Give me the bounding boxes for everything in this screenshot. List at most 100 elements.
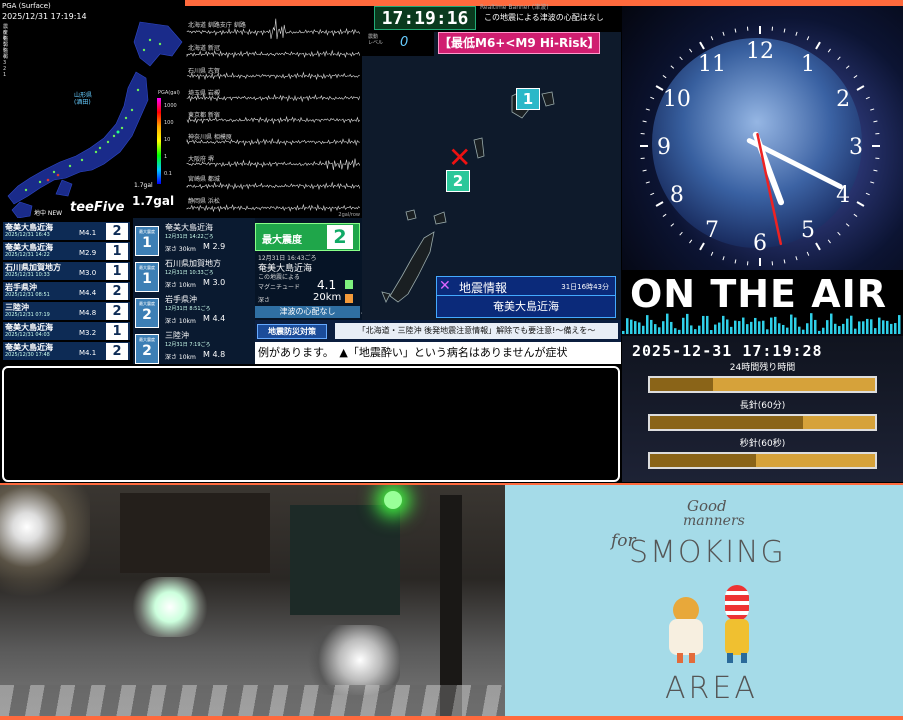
eq-magnitude: M3.2 — [79, 329, 97, 337]
audio-meter-bar — [858, 321, 861, 334]
audio-meter-bar — [798, 326, 801, 334]
clock-tick — [815, 242, 821, 251]
audio-meter-bar — [666, 313, 669, 334]
detail-shindo-box: 最大震度 1 — [135, 226, 159, 256]
audio-meter-bar — [726, 319, 729, 334]
eq-shindo-badge: 1 — [106, 263, 128, 280]
clock-tick — [689, 239, 693, 244]
clock-tick — [642, 169, 647, 172]
multiview-screen: PGA (Surface) 2025/12/31 17:19:14 震度7 6強… — [0, 0, 903, 720]
region-tag: 山形県 (酒田) — [74, 92, 93, 106]
bottom-frame-line — [0, 716, 903, 720]
audio-meter-bar — [766, 329, 769, 334]
audio-meter-bar — [786, 327, 789, 334]
street-light-glow — [0, 485, 90, 625]
eq-magnitude: M4.8 — [79, 309, 97, 317]
station-label: 神奈川県 相模原 — [188, 134, 232, 141]
clock-number: 1 — [801, 52, 815, 77]
eq-shindo-badge: 2 — [106, 343, 128, 360]
station-label: 北海道 釧路支庁 釧路 — [188, 22, 246, 29]
clock-tick — [795, 256, 798, 261]
detail-name: 石川県加賀地方 — [165, 259, 221, 268]
detail-name: 奄美大島近海 — [165, 223, 213, 232]
clock-tick — [662, 213, 667, 217]
center-map-panel: 17:19:16 Realtime Banner (津波) この地震による津波の… — [362, 4, 621, 324]
risk-banner: 【最低M6+<M9 Hi-Risk】 — [438, 32, 600, 54]
eq-date: 2025/12/31 08:51 — [5, 292, 50, 298]
audio-meter-bar — [890, 323, 893, 334]
mag-value: 4.1 — [317, 278, 337, 292]
eq-date: 2025/12/31 04:03 — [5, 332, 50, 338]
detail-depth: 深さ 10km — [165, 282, 196, 289]
audio-meter-bar — [706, 315, 709, 334]
max-note: この地震による — [258, 274, 300, 281]
detail-date: 12月31日 10:33ごろ — [165, 270, 214, 276]
detail-name: 三陸沖 — [165, 331, 189, 340]
eq-list-row[interactable]: 三陸沖 2025/12/31 07:19 M4.8 2 — [3, 302, 130, 321]
cross-icon: ✕ — [439, 278, 451, 294]
eq-date: 2025/12/31 14:22 — [5, 252, 50, 258]
clock-tick — [783, 259, 786, 264]
clock-tick — [679, 56, 683, 61]
clock-tick — [865, 192, 870, 196]
eq-detail-row[interactable]: 最大震度 2 三陸沖 12月31日 7:19ごろ 深さ 10km M 4.8 — [133, 326, 253, 371]
audio-meter-bar — [790, 314, 793, 334]
station-label: 静岡県 浜松 — [188, 198, 220, 205]
timer-progress-bar — [648, 452, 877, 469]
detail-date: 12月31日 14:22ごろ — [165, 234, 214, 240]
scale-tick: 10 — [164, 137, 171, 143]
audio-meter-bar — [874, 328, 877, 334]
depth-label: 深さ — [258, 297, 271, 304]
clock-number: 11 — [698, 52, 726, 77]
level-label: 震動 レベル — [368, 34, 384, 46]
ticker-scroll: 例があります。 ▲「地震酔い」という病名はありませんが症状 — [255, 342, 621, 364]
timer-progress-fill — [650, 454, 756, 467]
detail-depth: 深さ 30km — [165, 246, 196, 253]
waveform-trace — [186, 181, 361, 191]
figure-leg — [677, 653, 683, 663]
eq-list-row[interactable]: 岩手県沖 2025/12/31 08:51 M4.4 2 — [3, 282, 130, 301]
audio-meter-bar — [650, 319, 653, 334]
eq-shindo-badge: 2 — [106, 223, 128, 240]
clock-tick — [865, 96, 870, 100]
clock-tick — [837, 231, 841, 236]
eq-list-row[interactable]: 奄美大島近海 2025/12/30 17:48 M4.1 2 — [3, 342, 130, 361]
marker-1: 1 — [516, 88, 540, 110]
eq-shindo-badge: 2 — [106, 303, 128, 320]
audio-meter-bar — [622, 331, 625, 334]
building — [120, 493, 270, 573]
detail-magnitude: M 2.9 — [203, 242, 226, 251]
audio-meter-bar — [762, 320, 765, 334]
figure-body-2 — [725, 619, 749, 655]
audio-meter-bar — [886, 320, 889, 334]
detail-magnitude: M 4.8 — [203, 350, 226, 359]
clock-tick — [870, 108, 875, 111]
level-box: 震動 レベル 0 — [362, 32, 434, 56]
eq-list-row[interactable]: 石川県加賀地方 2025/12/31 10:33 M3.0 1 — [3, 262, 130, 281]
waveform-panel: 北海道 釧路支庁 釧路 北海道 新冠 石川県 志賀 埼玉県 岩槻 東京都 新宿 … — [185, 8, 362, 218]
clock-panel: 12 1 2 3 4 5 6 7 8 9 10 11 ON THE AIR 2025-12-31 17… — [622, 6, 903, 482]
detail-shindo-value: 2 — [142, 343, 152, 359]
clock-tick — [845, 223, 850, 227]
eq-list-row[interactable]: 奄美大島近海 2025/12/31 04:03 M3.2 1 — [3, 322, 130, 341]
station-label: 大阪府 堺 — [188, 156, 214, 163]
clock-tick — [670, 223, 675, 227]
legend-item: 1 — [3, 72, 7, 78]
poster-area: AREA — [665, 671, 758, 706]
eq-list-row[interactable]: 奄美大島近海 2025/12/31 14:22 M2.9 1 — [3, 242, 130, 261]
info-box-head: ✕ 地震情報 31日16時43分 — [436, 276, 616, 296]
detail-magnitude: M 3.0 — [203, 278, 226, 287]
clock-tick — [642, 120, 647, 123]
clock-tick — [856, 85, 865, 91]
level-value: 0 — [400, 35, 409, 50]
eq-list-row[interactable]: 奄美大島近海 2025/12/31 16:43 M4.1 2 — [3, 222, 130, 241]
eq-date: 2025/12/31 16:43 — [5, 232, 50, 238]
clock-tick — [699, 41, 705, 50]
eq-shindo-badge: 1 — [106, 243, 128, 260]
detail-shindo-box: 最大震度 2 — [135, 334, 159, 364]
clock-tick — [853, 213, 858, 217]
audio-meter-bar — [802, 329, 805, 334]
clock-number: 12 — [746, 39, 774, 64]
list-header: 地中 NEW — [34, 210, 63, 217]
audio-meter-bar — [646, 315, 649, 334]
